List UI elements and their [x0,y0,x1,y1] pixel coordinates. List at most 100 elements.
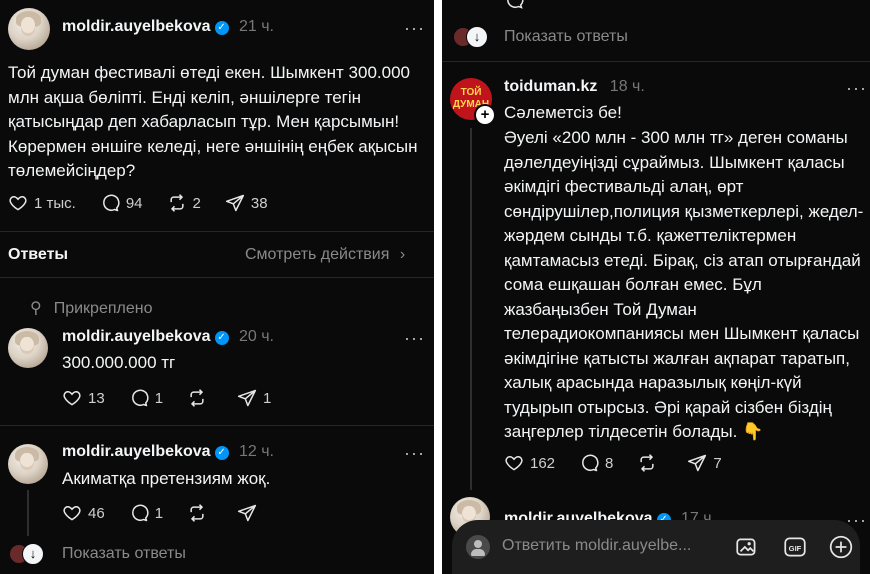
share-count: 7 [713,454,722,472]
add-button[interactable] [828,534,854,565]
view-activity-link[interactable]: Смотреть действия › [245,246,405,264]
divider [0,277,434,278]
left-thread-panel: moldir.auyelbekova ✓ 21 ч. ··· Той думан … [0,0,434,574]
reply-time: 20 ч. [238,328,274,345]
send-icon [237,389,257,407]
send-icon [237,504,257,522]
avatar[interactable] [8,444,48,484]
like-count: 162 [530,454,556,472]
like-button[interactable]: 162 [504,453,555,473]
comment-button[interactable]: 1 [129,503,163,523]
like-button[interactable]: 1 тыс. [8,193,76,213]
gallery-button[interactable] [734,534,760,565]
show-replies-link[interactable]: Показать ответы [62,545,186,563]
arrow-down-icon: ↓ [22,543,44,565]
view-activity-label: Смотреть действия [245,246,390,263]
right-thread-panel: ↓ Показать ответы ТОЙ ДУМАН + toiduman.k… [442,0,870,574]
avatar[interactable] [8,8,50,50]
repost-icon [190,389,204,407]
repost-icon [640,454,654,472]
comment-count: 1 [154,504,164,522]
replies-title: Ответы [8,246,69,263]
repost-button[interactable] [187,503,213,523]
more-options-icon[interactable]: ··· [404,443,425,464]
repost-icon [190,504,204,522]
repost-icon [169,194,184,212]
post-header: toiduman.kz 18 ч. [504,78,645,96]
divider [442,61,870,62]
reply-avatars: ↓ [454,26,488,48]
share-button[interactable]: 7 [687,453,722,473]
heart-icon [505,455,523,471]
username[interactable]: moldir.auyelbekova [62,328,211,345]
comment-icon [102,194,120,212]
divider [0,425,434,426]
share-count: 1 [263,389,272,407]
share-button[interactable]: 1 [237,388,271,408]
repost-count: 2 [192,194,201,212]
comment-button[interactable]: 1 [129,388,163,408]
repost-button[interactable]: 2 [167,193,201,213]
post-header: moldir.auyelbekova ✓ 21 ч. [62,18,274,36]
more-options-icon[interactable]: ··· [404,328,425,349]
previous-actions [504,0,554,10]
reply-header: moldir.auyelbekova ✓ 20 ч. [62,328,274,346]
reply-input[interactable]: Ответить moldir.auyelbe... [502,537,691,555]
comment-count: 1 [154,389,164,407]
reply-avatars: ↓ [10,543,44,565]
image-icon [736,538,756,556]
pinned-label: Прикреплено [53,300,153,317]
comment-icon [131,389,149,407]
post-actions: 162 8 7 [504,453,746,473]
like-button[interactable]: 46 [62,503,105,523]
pin-icon: ⚲ [30,300,42,317]
share-count: 38 [250,194,268,212]
reply-actions: 13 1 1 [62,388,295,408]
send-icon [688,454,707,472]
avatar[interactable] [8,328,48,368]
svg-text:GIF: GIF [789,544,802,553]
comment-count: 94 [125,194,143,212]
more-options-icon[interactable]: ··· [846,78,867,99]
post-text: Той думан фестивалі өтеді екен. Шымкент … [8,63,418,180]
repost-button[interactable] [637,453,663,473]
username[interactable]: toiduman.kz [504,78,597,95]
reply-text: 300.000.000 тг [62,353,176,372]
post-time: 18 ч. [609,78,645,95]
share-button[interactable] [237,503,263,523]
divider [0,231,434,232]
show-replies-link[interactable]: Показать ответы [504,28,628,46]
reply-header: moldir.auyelbekova ✓ 12 ч. [62,443,274,461]
heart-icon [63,390,81,406]
gif-icon: GIF [784,537,806,557]
comment-button[interactable]: 94 [100,193,143,213]
user-avatar-icon [466,535,490,559]
reply-actions: 46 1 [62,503,287,523]
comment-button[interactable]: 8 [579,453,613,473]
follow-plus-icon[interactable]: + [474,104,496,126]
heart-icon [9,195,27,211]
post-actions: 1 тыс. 94 2 38 [8,193,292,213]
like-button[interactable]: 13 [62,388,105,408]
heart-icon [63,505,81,521]
comment-icon [507,0,524,9]
plus-circle-icon [829,535,853,559]
thread-line [470,128,472,490]
reply-composer: Ответить moldir.auyelbe... GIF [452,520,860,574]
like-count: 1 тыс. [34,194,76,212]
comment-icon [131,504,149,522]
verified-icon: ✓ [214,331,229,345]
share-button[interactable]: 38 [225,193,268,213]
comment-icon [582,454,599,472]
username[interactable]: moldir.auyelbekova [62,443,211,460]
post-greeting: Сәлеметсіз бе! [504,103,622,122]
gif-button[interactable]: GIF [782,534,808,565]
comment-button[interactable] [504,0,530,10]
thread-line [27,490,29,536]
like-count: 46 [88,504,105,522]
reply-text: Акиматқа претензиям жоқ. [62,469,271,488]
username[interactable]: moldir.auyelbekova [62,18,211,35]
more-options-icon[interactable]: ··· [404,18,425,39]
post-time: 21 ч. [238,18,274,35]
repost-button[interactable] [187,388,213,408]
